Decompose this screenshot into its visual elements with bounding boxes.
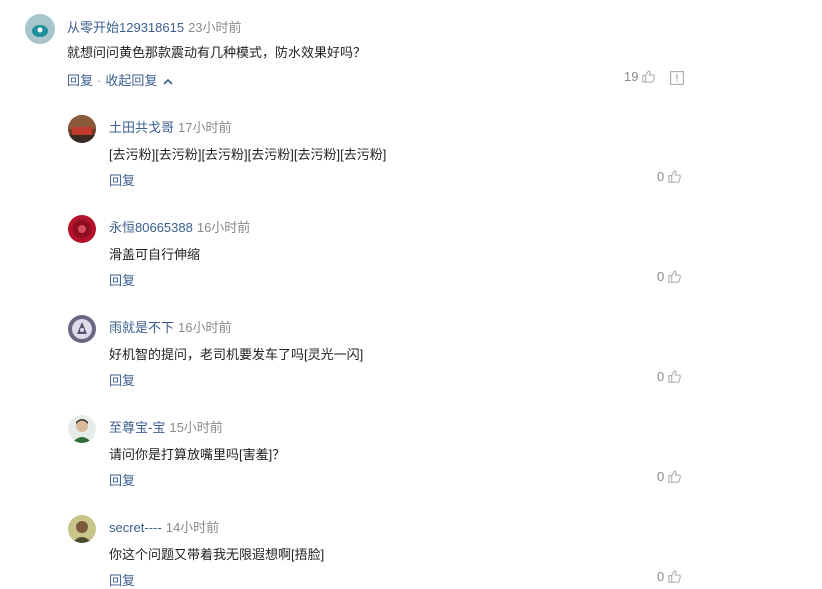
reply-text: 请问你是打算放嘴里吗[害羞]？ (109, 447, 286, 462)
reply-item: 至尊宝-宝 15小时前 请问你是打算放嘴里吗[害羞]？ 回复 0 (0, 400, 822, 500)
timestamp: 16小时前 (196, 220, 251, 235)
reply-actions: 回复 (109, 570, 135, 589)
timestamp: 16小时前 (178, 320, 232, 335)
username[interactable]: 土田共戈哥 (109, 120, 174, 135)
like-count: 0 (657, 469, 665, 484)
chevron-up-icon (163, 78, 173, 85)
comment-meta: 从零开始129318615 23小时前 (67, 17, 242, 36)
report-icon[interactable] (670, 71, 684, 85)
reply-item: 土田共戈哥 17小时前 [去污粉][去污粉][去污粉][去污粉][去污粉][去污粉… (0, 100, 822, 200)
reply-button[interactable]: 回复 (67, 73, 93, 88)
reply-meta: 雨就是不下 16小时前 (109, 317, 231, 336)
reply-meta: 永恒80665388 16小时前 (109, 217, 250, 236)
avatar[interactable] (25, 14, 55, 44)
like-button[interactable]: 0 (657, 369, 682, 384)
comment-text: 就想问问黄色那款震动有几种模式，防水效果好吗？ (67, 45, 367, 60)
username[interactable]: 从零开始129318615 (67, 20, 184, 35)
reply-button[interactable]: 回复 (109, 173, 135, 188)
username[interactable]: secret---- (109, 520, 162, 535)
thumbs-up-icon (642, 70, 656, 83)
like-count: 0 (657, 169, 665, 184)
reply-button[interactable]: 回复 (109, 273, 135, 288)
collapse-replies-button[interactable]: 收起回复 (105, 73, 173, 88)
reply-item: secret---- 14小时前 你这个问题又带着我无限遐想啊[捂脸] 回复 0 (0, 500, 822, 589)
reply-actions: 回复 (109, 270, 135, 289)
avatar[interactable] (68, 215, 96, 243)
timestamp: 23小时前 (188, 20, 242, 35)
reply-text: 滑盖可自行伸缩 (109, 247, 201, 262)
like-button[interactable]: 19 (624, 69, 656, 84)
like-button[interactable]: 0 (657, 469, 682, 484)
thumbs-up-icon (668, 470, 682, 483)
avatar[interactable] (68, 115, 96, 143)
like-count: 0 (657, 369, 665, 384)
reply-meta: 至尊宝-宝 15小时前 (109, 417, 223, 436)
separator: · (97, 73, 102, 88)
like-count: 19 (624, 69, 639, 84)
collapse-label: 收起回复 (105, 73, 158, 88)
reply-button[interactable]: 回复 (109, 573, 135, 588)
like-button[interactable]: 0 (657, 269, 682, 284)
reply-meta: secret---- 14小时前 (109, 517, 219, 536)
like-count: 0 (657, 569, 665, 584)
username[interactable]: 雨就是不下 (109, 320, 174, 335)
reply-item: 雨就是不下 16小时前 好机智的提问，老司机要发车了吗[灵光一闪] 回复 0 (0, 300, 822, 400)
like-button[interactable]: 0 (657, 569, 682, 584)
timestamp: 14小时前 (165, 520, 220, 535)
username[interactable]: 至尊宝-宝 (109, 420, 165, 435)
thumbs-up-icon (668, 170, 682, 183)
reply-text: [去污粉][去污粉][去污粉][去污粉][去污粉][去污粉] (109, 147, 387, 162)
thumbs-up-icon (668, 570, 682, 583)
reply-actions: 回复 (109, 470, 135, 489)
reply-text: 你这个问题又带着我无限遐想啊[捂脸] (109, 547, 325, 562)
thumbs-up-icon (668, 270, 682, 283)
like-count: 0 (657, 269, 665, 284)
main-comment: 从零开始129318615 23小时前 就想问问黄色那款震动有几种模式，防水效果好… (0, 0, 822, 100)
reply-button[interactable]: 回复 (109, 373, 135, 388)
like-button[interactable]: 0 (657, 169, 682, 184)
timestamp: 17小时前 (178, 120, 232, 135)
reply-button[interactable]: 回复 (109, 473, 135, 488)
reply-text: 好机智的提问，老司机要发车了吗[灵光一闪] (109, 347, 364, 362)
reply-meta: 土田共戈哥 17小时前 (109, 117, 231, 136)
thumbs-up-icon (668, 370, 682, 383)
reply-actions: 回复 (109, 370, 135, 389)
avatar[interactable] (68, 515, 96, 543)
comment-actions: 回复 · 收起回复 (67, 70, 173, 89)
timestamp: 15小时前 (169, 420, 223, 435)
reply-actions: 回复 (109, 170, 135, 189)
avatar[interactable] (68, 315, 96, 343)
username[interactable]: 永恒80665388 (109, 220, 193, 235)
avatar[interactable] (68, 415, 96, 443)
reply-item: 永恒80665388 16小时前 滑盖可自行伸缩 回复 0 (0, 200, 822, 300)
